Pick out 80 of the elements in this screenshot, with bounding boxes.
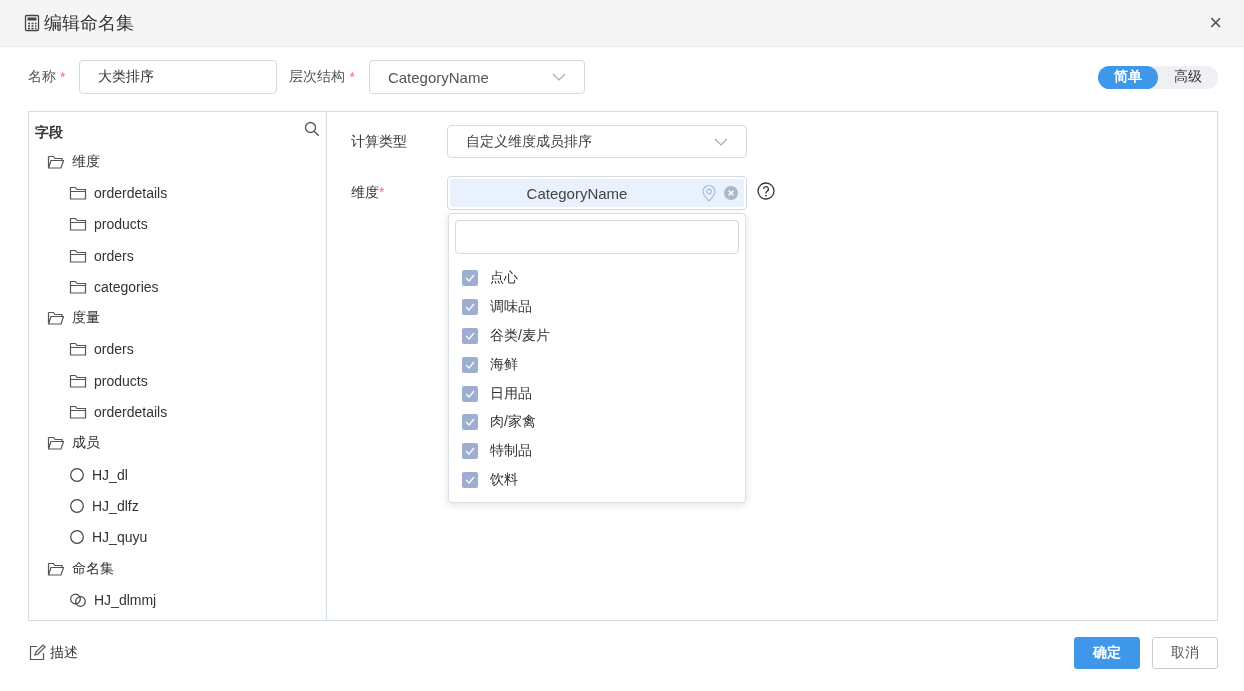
checkbox-label[interactable]: 谷类/麦片 [490,327,550,345]
field-label: 名称 [28,68,56,86]
checkbox[interactable] [462,471,478,488]
chevron-down-icon [551,73,566,81]
checkbox[interactable] [462,356,478,373]
check-icon [465,332,475,340]
window-title: 编辑命名集 [44,12,134,35]
circle-icon [69,529,85,546]
folder-icon [69,372,87,389]
tree-item[interactable]: categories [35,271,320,303]
location-pin-icon [702,184,716,202]
check-icon [465,274,475,283]
checkbox-label[interactable]: 日用品 [490,384,532,403]
cancel-button[interactable]: 取消 [1152,637,1218,669]
checkbox-label[interactable]: 饮料 [490,470,518,489]
required-mark: * [379,184,385,200]
tree-group[interactable]: 维度 [35,146,320,178]
check-icon [465,303,475,312]
tree-item[interactable]: HJ_dlmmj [35,584,320,616]
checkbox-label[interactable]: 特制品 [490,442,532,461]
help-icon[interactable] [757,181,775,200]
checkbox[interactable] [462,328,478,344]
overlapping-circles-icon [69,591,87,608]
tree-item[interactable]: HJ_quyu [35,521,320,553]
folder-icon [69,184,87,201]
tree-item[interactable]: orders [35,333,320,366]
checkbox[interactable] [462,270,478,287]
chevron-down-icon [714,137,728,146]
tree-item[interactable]: products [35,208,320,240]
search-field[interactable] [455,220,739,254]
tree-group[interactable]: 命名集 [35,552,320,585]
tree-item[interactable]: orders [35,239,320,272]
folder-icon [69,278,87,295]
folder-icon [69,404,87,420]
tree-item[interactable]: products [35,365,320,397]
checkbox-label[interactable]: 调味品 [490,298,532,317]
tree-item[interactable]: HJ_dl [35,458,320,491]
checkbox-label[interactable]: 肉/家禽 [490,413,536,432]
hierarchy-select[interactable]: CategoryName [368,60,585,94]
open-folder-icon [47,560,65,577]
panel-title: 字段 [35,124,63,142]
check-icon [465,447,475,456]
edit-icon [28,644,46,662]
tree-item[interactable]: HJ_dlfz [35,490,320,522]
field-label: 层次结构 [289,68,346,86]
open-folder-icon [47,310,65,327]
clear-icon[interactable] [724,186,738,200]
tree-group[interactable]: 度量 [35,302,320,334]
tree-item[interactable]: orderdetails [35,177,320,209]
check-icon [465,389,475,398]
check-icon [465,475,475,484]
name-field[interactable]: 大类排序 [79,60,278,94]
folder-icon [69,247,87,264]
open-folder-icon [47,435,65,452]
dimension-tag[interactable]: CategoryName [450,179,744,207]
search-icon[interactable] [304,121,320,137]
description-link[interactable]: 描述 [28,644,78,662]
check-icon [465,360,475,369]
checkbox[interactable] [462,299,478,316]
required-mark: * [349,69,355,85]
mode-tab[interactable]: 高级 [1158,65,1218,89]
required-mark: * [60,69,66,85]
checkbox-label[interactable]: 海鲜 [490,355,518,374]
close-button[interactable]: × [1209,12,1222,34]
calc-type-select[interactable]: 自定义维度成员排序 [447,125,747,158]
checkbox[interactable] [462,414,478,431]
checkbox[interactable] [462,385,478,402]
field-label: 维度 [351,184,379,200]
folder-icon [69,341,87,358]
tree-group[interactable]: 成员 [35,427,320,459]
calculator-icon [24,14,40,32]
circle-icon [69,497,85,514]
circle-icon [69,466,85,483]
checkbox-label[interactable]: 点心 [490,269,518,288]
check-icon [465,418,475,427]
folder-icon [69,216,87,233]
tree-item[interactable]: orderdetails [35,396,320,428]
field-label: 计算类型 [351,132,408,151]
open-folder-icon [47,153,65,170]
checkbox[interactable] [462,443,478,460]
